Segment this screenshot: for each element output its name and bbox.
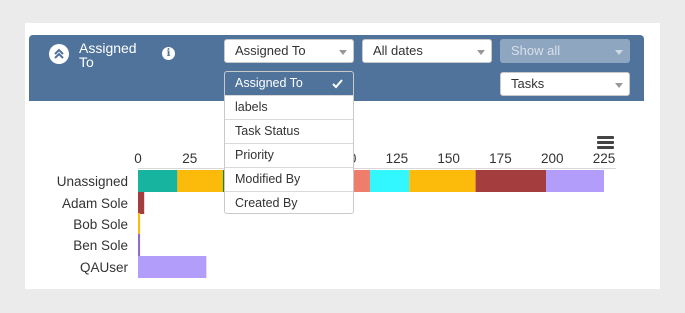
bar-segment[interactable] bbox=[138, 170, 178, 192]
x-tick-label: 200 bbox=[541, 151, 564, 166]
x-tick-label: 225 bbox=[593, 151, 616, 166]
category-label: Adam Sole bbox=[62, 196, 128, 211]
menu-item-task-status[interactable]: Task Status bbox=[225, 120, 353, 144]
bar-segment[interactable] bbox=[138, 192, 145, 214]
group-by-dropdown-menu: Assigned To labels Task Status Priority … bbox=[224, 71, 354, 214]
category-label: QAUser bbox=[80, 260, 129, 275]
menu-item-labels[interactable]: labels bbox=[225, 96, 353, 120]
menu-item-assigned-to[interactable]: Assigned To bbox=[225, 72, 353, 96]
x-tick-label: 125 bbox=[386, 151, 409, 166]
checkmark-icon bbox=[332, 79, 343, 89]
bar-segment[interactable] bbox=[409, 170, 476, 192]
x-tick-label: 175 bbox=[489, 151, 512, 166]
bar-segment[interactable] bbox=[475, 170, 547, 192]
menu-item-modified-by[interactable]: Modified By bbox=[225, 168, 353, 192]
category-label: Unassigned bbox=[57, 174, 128, 189]
menu-item-priority[interactable]: Priority bbox=[225, 144, 353, 168]
menu-item-created-by[interactable]: Created By bbox=[225, 192, 353, 213]
bar-segment[interactable] bbox=[138, 213, 141, 235]
category-label: Ben Sole bbox=[73, 238, 128, 253]
bar-segment[interactable] bbox=[138, 256, 207, 278]
x-tick-label: 25 bbox=[182, 151, 197, 166]
bar-segment[interactable] bbox=[177, 170, 223, 192]
bar-segment[interactable] bbox=[546, 170, 604, 192]
bar-segment[interactable] bbox=[138, 234, 141, 256]
x-tick-label: 150 bbox=[437, 151, 460, 166]
hamburger-menu-icon[interactable] bbox=[597, 136, 614, 149]
bar-segment[interactable] bbox=[369, 170, 410, 192]
x-tick-label: 0 bbox=[134, 151, 142, 166]
category-label: Bob Sole bbox=[73, 217, 128, 232]
